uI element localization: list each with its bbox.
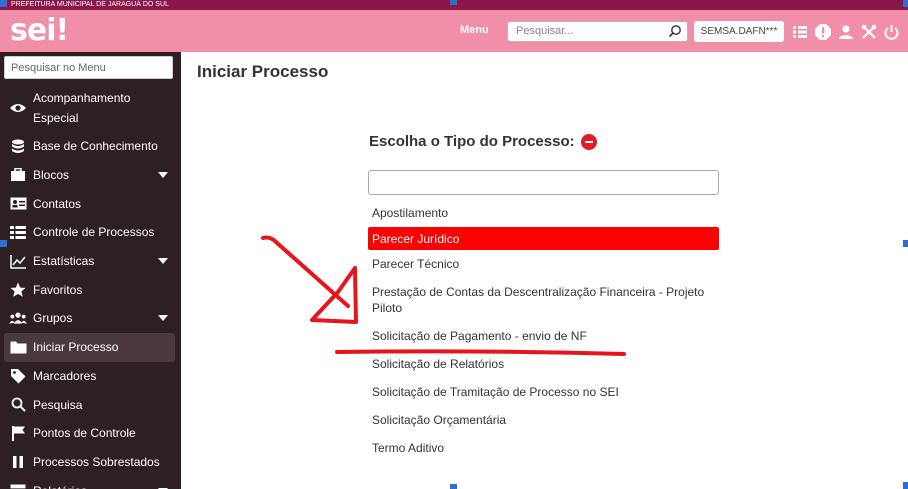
- sidebar-item-iniciar-processo[interactable]: Iniciar Processo: [4, 332, 175, 362]
- sidebar-item-label: Pesquisa: [33, 397, 83, 412]
- process-type-item[interactable]: Solicitação de Relatórios: [368, 350, 719, 378]
- tag-icon: [9, 368, 27, 384]
- briefcase-icon: [9, 167, 27, 183]
- list-icon[interactable]: [790, 22, 809, 42]
- sidebar-item-favoritos[interactable]: Favoritos: [0, 275, 181, 304]
- menu-search-placeholder: Pesquisar no Menu: [11, 62, 106, 74]
- process-type-item[interactable]: Apostilamento: [368, 199, 719, 227]
- sidebar-item-controle-de-processos[interactable]: Controle de Processos: [0, 218, 181, 247]
- sidebar-item-label: Contatos: [33, 196, 82, 211]
- list-icon: [9, 224, 27, 240]
- sidebar-item-marcadores[interactable]: Marcadores: [0, 362, 181, 391]
- sidebar-item-label: Base de Conhecimento: [33, 139, 158, 154]
- sidebar-item-label: Marcadores: [33, 368, 97, 383]
- sidebar-item-label: Relatórios: [33, 481, 87, 489]
- sidebar-item-label: Estatísticas: [33, 254, 95, 269]
- chevron-down-icon[interactable]: [158, 315, 168, 322]
- table-icon: [9, 483, 27, 489]
- search-icon: [9, 397, 27, 413]
- sei-logo[interactable]: sei!: [10, 14, 69, 48]
- process-type-item[interactable]: Prestação de Contas da Descentralização …: [368, 278, 719, 322]
- sidebar-item-relatorios[interactable]: Relatórios: [0, 476, 181, 489]
- sidebar-item-pontos-de-controle[interactable]: Pontos de Controle: [0, 419, 181, 448]
- resize-handle[interactable]: [903, 482, 908, 489]
- power-icon[interactable]: [882, 22, 901, 42]
- sidebar-item-estatisticas[interactable]: Estatísticas: [0, 247, 181, 276]
- eye-icon: [9, 100, 27, 116]
- sidebar-item-label: Pontos de Controle: [33, 426, 136, 441]
- process-type-label: Escolha o Tipo do Processo:: [369, 133, 575, 150]
- chevron-down-icon[interactable]: [158, 258, 168, 265]
- process-type-item[interactable]: Solicitação Orçamentária: [368, 406, 719, 434]
- sidebar-item-acompanhamento-especial[interactable]: Acompanhamento Especial: [0, 84, 181, 132]
- sidebar-item-label: Blocos: [33, 168, 70, 183]
- sidebar-item-contatos[interactable]: Contatos: [0, 189, 181, 218]
- process-type-item[interactable]: Termo Aditivo: [368, 434, 719, 462]
- sidebar-item-processos-sobrestados[interactable]: Processos Sobrestados: [0, 448, 181, 477]
- resize-handle[interactable]: [450, 0, 457, 5]
- user-icon[interactable]: [836, 22, 855, 42]
- folder-icon: [9, 339, 27, 355]
- star-icon: [9, 282, 27, 298]
- process-type-item[interactable]: Solicitação de Tramitação de Processo no…: [368, 378, 719, 406]
- minus-circle-icon[interactable]: [580, 133, 597, 150]
- app-window: PREFEITURA MUNICIPAL DE JARAGUÁ DO SUL s…: [0, 0, 908, 489]
- pause-icon: [9, 454, 27, 470]
- top-header: sei! Menu Pesquisar... SEMSA.DAFN***: [0, 10, 908, 52]
- sidebar-item-label: Grupos: [33, 311, 73, 326]
- process-type-heading: Escolha o Tipo do Processo:: [369, 133, 597, 150]
- sidebar-item-label: Acompanhamento Especial: [33, 91, 131, 125]
- database-icon: [9, 138, 27, 154]
- sidebar-item-grupos[interactable]: Grupos: [0, 304, 181, 333]
- resize-handle[interactable]: [0, 240, 7, 247]
- chevron-down-icon[interactable]: [158, 172, 168, 179]
- sidebar-item-label: Favoritos: [33, 282, 83, 297]
- process-type-item[interactable]: Solicitação de Pagamento - envio de NF: [368, 322, 719, 350]
- flag-icon: [9, 425, 27, 442]
- resize-handle[interactable]: [903, 240, 908, 247]
- resize-handle[interactable]: [0, 0, 7, 7]
- alert-icon[interactable]: [813, 22, 832, 42]
- tools-icon[interactable]: [859, 22, 878, 42]
- contact-card-icon: [9, 196, 27, 212]
- line-chart-icon: [9, 253, 27, 269]
- header-search-input[interactable]: Pesquisar...: [507, 21, 688, 42]
- menu-search-input[interactable]: Pesquisar no Menu: [4, 56, 173, 79]
- resize-handle[interactable]: [903, 0, 908, 7]
- unit-selector[interactable]: SEMSA.DAFN***: [694, 21, 784, 42]
- process-type-item[interactable]: Parecer Técnico: [368, 250, 719, 278]
- sidebar-item-label: Processos Sobrestados: [33, 454, 160, 469]
- sidebar-item-label: Controle de Processos: [33, 225, 155, 240]
- menu-button[interactable]: Menu: [460, 24, 489, 36]
- group-icon: [9, 310, 27, 326]
- process-type-list: Apostilamento Parecer Jurídico Parecer T…: [368, 199, 719, 462]
- sidebar-item-blocos[interactable]: Blocos: [0, 161, 181, 190]
- page-title: Iniciar Processo: [197, 62, 329, 81]
- sidebar-menu: Pesquisar no Menu Acompanhamento Especia…: [0, 52, 181, 489]
- sidebar-item-base-de-conhecimento[interactable]: Base de Conhecimento: [0, 132, 181, 161]
- sidebar-item-pesquisa[interactable]: Pesquisa: [0, 390, 181, 419]
- resize-handle[interactable]: [450, 484, 457, 489]
- process-type-item-selected[interactable]: Parecer Jurídico: [368, 227, 719, 250]
- sidebar-item-label: Iniciar Processo: [33, 340, 119, 355]
- process-type-filter-input[interactable]: [368, 170, 719, 195]
- header-search-placeholder: Pesquisar...: [516, 25, 574, 37]
- search-icon[interactable]: [668, 24, 682, 38]
